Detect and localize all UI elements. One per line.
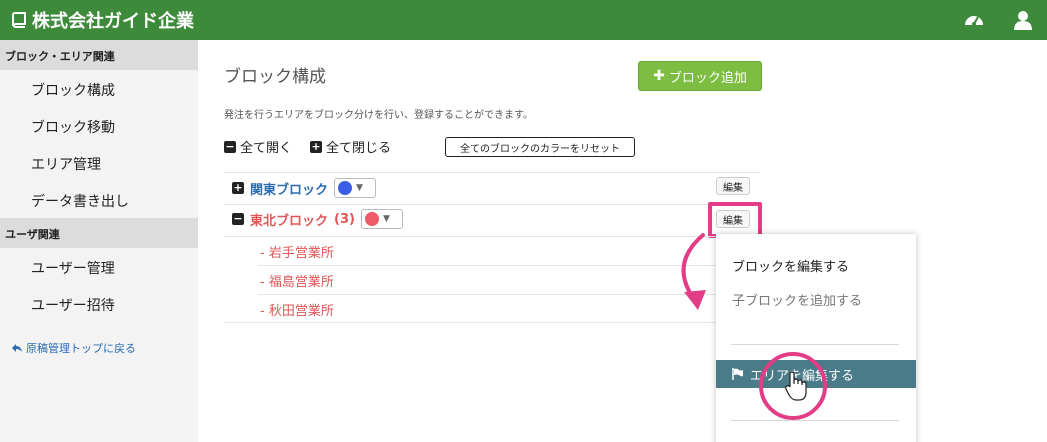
back-to-top-link[interactable]: 原稿管理トップに戻る (12, 340, 136, 356)
curved-arrow-icon (681, 233, 705, 304)
expand-all-label: 全て開く (240, 141, 293, 156)
color-swatch-icon (338, 181, 353, 195)
caret-down-icon: ▼ (356, 183, 363, 193)
divider (224, 172, 760, 173)
divider (224, 236, 760, 237)
expand-block-icon[interactable]: + (232, 182, 244, 194)
flag-icon (732, 368, 743, 380)
divider (224, 322, 760, 323)
sidebar-item-area-management[interactable]: エリア管理 (0, 144, 198, 181)
block-row-kanto: + 関東ブロック ▼ (232, 178, 377, 198)
annotation-overlay (681, 233, 827, 420)
expand-all-button[interactable]: − 全て開く (224, 137, 292, 156)
arrow-head-icon (684, 290, 706, 310)
main-content: ブロック構成 ✚ ブロック追加 発注を行うエリアをブロック分けを行い、登録するこ… (198, 40, 1047, 442)
divider (224, 204, 760, 205)
menu-divider (731, 344, 899, 345)
app-header: 株式会社ガイド企業 (0, 0, 1047, 40)
list-item-child-block[interactable]: - 岩手営業所 (260, 242, 334, 261)
add-block-button[interactable]: ✚ ブロック追加 (638, 61, 762, 91)
block-color-select[interactable]: ▼ (360, 209, 403, 229)
sidebar-item-user-management[interactable]: ユーザー管理 (0, 248, 198, 285)
plus-square-icon: + (310, 139, 322, 153)
color-swatch-icon (364, 212, 379, 226)
sidebar-item-block-structure[interactable]: ブロック構成 (0, 70, 198, 107)
plus-icon: ✚ (653, 68, 665, 84)
block-color-select[interactable]: ▼ (334, 178, 377, 198)
menu-item-edit-area[interactable]: エリアを編集する (716, 360, 916, 388)
app-logo[interactable]: 株式会社ガイド企業 (12, 7, 194, 33)
collapse-block-icon[interactable]: − (232, 213, 244, 225)
minus-square-icon: − (224, 139, 236, 153)
app-title: 株式会社ガイド企業 (32, 11, 194, 32)
menu-item-add-child-block[interactable]: 子ブロックを追加する (732, 290, 862, 309)
reply-arrow-icon (12, 344, 22, 352)
sidebar-item-user-invite[interactable]: ユーザー招待 (0, 285, 198, 322)
reset-colors-button[interactable]: 全てのブロックのカラーをリセット (445, 137, 635, 157)
sidebar-section-user: ユーザ関連 (0, 218, 198, 248)
menu-item-edit-block[interactable]: ブロックを編集する (732, 256, 849, 275)
sidebar-section-block-area: ブロック・エリア関連 (0, 40, 198, 70)
divider (258, 294, 758, 295)
list-item-child-block[interactable]: - 秋田営業所 (260, 300, 334, 319)
page-title: ブロック構成 (224, 67, 326, 87)
caret-down-icon: ▼ (382, 214, 390, 224)
add-block-label: ブロック追加 (668, 70, 747, 86)
collapse-all-label: 全て閉じる (326, 141, 392, 156)
collapse-all-button[interactable]: + 全て閉じる (310, 137, 391, 156)
back-to-top-label: 原稿管理トップに戻る (26, 342, 136, 355)
block-row-tohoku: − 東北ブロック (3) ▼ (232, 209, 403, 229)
block-actions-dropdown: ブロックを編集する 子ブロックを追加する エリアを編集する (716, 234, 916, 442)
edit-block-button-kanto[interactable]: 編集 (716, 177, 750, 195)
menu-item-edit-area-label: エリアを編集する (750, 368, 855, 384)
page-description: 発注を行うエリアをブロック分けを行い、登録することができます。 (224, 110, 533, 121)
list-item-child-block[interactable]: - 福島営業所 (260, 271, 334, 290)
divider (258, 265, 758, 266)
dashboard-icon[interactable] (963, 9, 985, 31)
block-name[interactable]: 東北ブロック (250, 210, 328, 229)
highlight-box (708, 202, 762, 238)
book-icon (12, 12, 26, 28)
user-icon[interactable] (1012, 9, 1034, 31)
sidebar: ブロック・エリア関連 ブロック構成 ブロック移動 エリア管理 データ書き出し ユ… (0, 40, 198, 442)
block-name[interactable]: 関東ブロック (250, 179, 328, 198)
menu-divider (731, 420, 899, 421)
sidebar-item-block-move[interactable]: ブロック移動 (0, 107, 198, 144)
block-child-count: (3) (334, 211, 355, 227)
sidebar-item-data-export[interactable]: データ書き出し (0, 181, 198, 218)
